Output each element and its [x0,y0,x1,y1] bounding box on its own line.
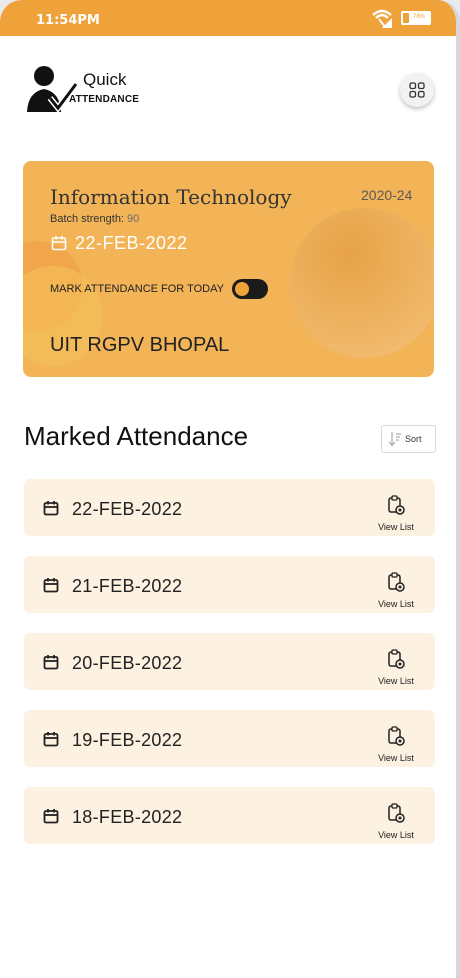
view-list-label: View List [378,522,414,532]
app-logo: Quick ATTENDANCE [24,64,154,116]
view-list-button[interactable]: View List [376,572,416,609]
attendance-date: 19-FEB-2022 [72,730,183,750]
battery-level: 78% [413,14,426,20]
batch-label: Batch strength: [50,213,124,225]
calendar-icon-wrap [43,500,59,521]
subject-name: Information Technology [50,185,292,209]
attendance-date: 21-FEB-2022 [72,576,183,596]
view-list-button[interactable]: View List [376,726,416,763]
status-time: 11:54PM [36,13,100,28]
institute-name: UIT RGPV BHOPAL [50,334,230,356]
calendar-icon-wrap [43,654,59,675]
mark-attendance-toggle[interactable] [232,279,268,299]
toggle-knob [235,282,249,296]
calendar-icon [43,809,59,824]
grid-icon [409,82,425,98]
attendance-date: 18-FEB-2022 [72,807,183,827]
wifi-icon [371,7,393,34]
calendar-icon [43,732,59,747]
section-title: Marked Attendance [24,421,249,451]
attendance-date: 22-FEB-2022 [72,499,183,519]
attendance-date: 20-FEB-2022 [72,653,183,673]
view-list-button[interactable]: View List [376,803,416,840]
logo-title: Quick [83,70,127,89]
calendar-icon-wrap [43,731,59,752]
today-date-text: 22-FEB-2022 [75,233,188,253]
mark-attendance-label: MARK ATTENDANCE FOR TODAY [50,283,224,295]
calendar-icon [43,501,59,516]
menu-button[interactable] [400,73,434,107]
calendar-icon-wrap [43,577,59,598]
decor-circle [290,208,434,358]
attendance-row[interactable]: 18-FEB-2022 View List [24,787,435,844]
view-list-label: View List [378,830,414,840]
attendance-row[interactable]: 21-FEB-2022 View List [24,556,435,613]
batch-strength: Batch strength: 90 [50,213,139,225]
user-check-icon [27,66,79,113]
clipboard-view-icon [388,726,405,746]
logo-subtitle: ATTENDANCE [69,94,140,105]
clipboard-view-icon [388,649,405,669]
calendar-icon [43,578,59,593]
batch-value: 90 [127,213,140,225]
attendance-row[interactable]: 19-FEB-2022 View List [24,710,435,767]
battery-icon: 78% [401,11,431,25]
sort-label: Sort [405,434,422,444]
view-list-button[interactable]: View List [376,649,416,686]
calendar-icon [51,236,67,251]
app-screen: 11:54PM 78% Quick ATTENDANCE Information… [0,0,460,978]
clipboard-view-icon [388,803,405,823]
view-list-button[interactable]: View List [376,495,416,532]
status-bar: 11:54PM 78% [0,0,456,36]
class-card: Information Technology 2020-24 Batch str… [23,161,434,377]
today-date: 22-FEB-2022 [51,233,188,254]
session-years: 2020-24 [361,187,413,203]
attendance-row[interactable]: 20-FEB-2022 View List [24,633,435,690]
calendar-icon [43,655,59,670]
view-list-label: View List [378,753,414,763]
clipboard-view-icon [388,572,405,592]
attendance-list: 22-FEB-2022 View List 21-FEB-2022 View List… [24,479,435,864]
view-list-label: View List [378,676,414,686]
clipboard-view-icon [388,495,405,515]
attendance-row[interactable]: 22-FEB-2022 View List [24,479,435,536]
calendar-icon-wrap [43,808,59,829]
sort-button[interactable]: Sort [381,425,436,453]
sort-icon [388,432,401,447]
view-list-label: View List [378,599,414,609]
